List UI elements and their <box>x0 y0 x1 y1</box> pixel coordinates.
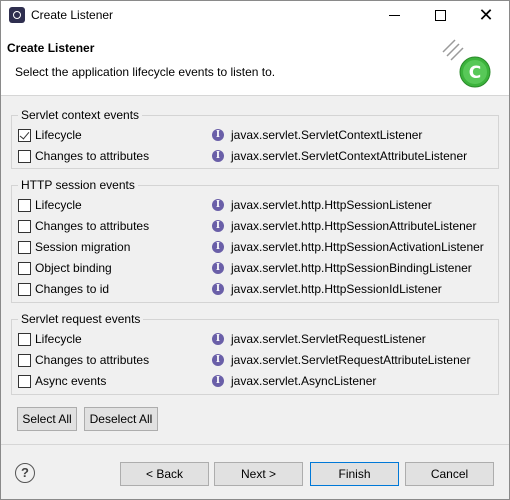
wizard-listener-logo-icon: C <box>442 39 491 88</box>
row-label: Lifecycle <box>35 332 82 346</box>
row-label: Async events <box>35 374 107 388</box>
row-label: Object binding <box>35 261 112 275</box>
group-http-session: HTTP session events Lifecycle I javax.se… <box>11 178 499 303</box>
checkbox[interactable] <box>18 354 31 367</box>
minimize-button[interactable] <box>371 1 417 30</box>
list-item[interactable]: Lifecycle I javax.servlet.ServletRequest… <box>12 329 498 350</box>
interface-icon: I <box>212 262 224 274</box>
checkbox[interactable] <box>18 199 31 212</box>
next-button[interactable]: Next > <box>214 462 303 486</box>
maximize-button[interactable] <box>417 1 463 30</box>
list-item[interactable]: Session migration I javax.servlet.http.H… <box>12 237 498 258</box>
interface-icon: I <box>212 333 224 345</box>
select-all-button[interactable]: Select All <box>17 407 77 431</box>
checkbox[interactable] <box>18 129 31 142</box>
interface-name: javax.servlet.http.HttpSessionBindingLis… <box>231 261 472 275</box>
list-item[interactable]: Changes to attributes I javax.servlet.Se… <box>12 350 498 371</box>
back-button[interactable]: < Back <box>120 462 209 486</box>
page-description: Select the application lifecycle events … <box>15 65 276 79</box>
interface-name: javax.servlet.http.HttpSessionAttributeL… <box>231 219 477 233</box>
wizard-header: Create Listener Select the application l… <box>1 30 509 96</box>
interface-icon: I <box>212 220 224 232</box>
interface-name: javax.servlet.http.HttpSessionActivation… <box>231 240 484 254</box>
interface-name: javax.servlet.http.HttpSessionListener <box>231 198 432 212</box>
list-item[interactable]: Lifecycle I javax.servlet.http.HttpSessi… <box>12 195 498 216</box>
cancel-button[interactable]: Cancel <box>405 462 494 486</box>
interface-name: javax.servlet.http.HttpSessionIdListener <box>231 282 442 296</box>
checkbox[interactable] <box>18 375 31 388</box>
interface-icon: I <box>212 199 224 211</box>
close-icon: ✕ <box>478 4 494 26</box>
list-item[interactable]: Changes to attributes I javax.servlet.Se… <box>12 146 498 167</box>
group-servlet-request: Servlet request events Lifecycle I javax… <box>11 312 499 395</box>
row-label: Lifecycle <box>35 128 82 142</box>
checkbox[interactable] <box>18 262 31 275</box>
title-bar: Create Listener ✕ <box>1 1 509 30</box>
checkbox[interactable] <box>18 150 31 163</box>
list-item[interactable]: Changes to id I javax.servlet.http.HttpS… <box>12 279 498 300</box>
interface-icon: I <box>212 129 224 141</box>
row-label: Changes to id <box>35 282 110 296</box>
checkbox[interactable] <box>18 333 31 346</box>
interface-icon: I <box>212 241 224 253</box>
group-legend: HTTP session events <box>18 178 138 192</box>
list-item[interactable]: Changes to attributes I javax.servlet.ht… <box>12 216 498 237</box>
content-area: Servlet context events Lifecycle I javax… <box>1 97 509 443</box>
interface-name: javax.servlet.ServletRequestListener <box>231 332 426 346</box>
checkbox[interactable] <box>18 241 31 254</box>
interface-icon: I <box>212 375 224 387</box>
interface-icon: I <box>212 150 224 162</box>
interface-name: javax.servlet.AsyncListener <box>231 374 377 388</box>
footer-separator <box>1 444 509 445</box>
row-label: Changes to attributes <box>35 149 150 163</box>
maximize-icon <box>434 10 446 21</box>
page-title: Create Listener <box>7 41 95 55</box>
create-listener-dialog: Create Listener ✕ Create Listener Select… <box>0 0 510 500</box>
row-label: Changes to attributes <box>35 353 150 367</box>
group-legend: Servlet context events <box>18 108 143 122</box>
checkbox[interactable] <box>18 283 31 296</box>
close-button[interactable]: ✕ <box>463 1 509 30</box>
help-icon[interactable]: ? <box>15 463 35 483</box>
list-item[interactable]: Object binding I javax.servlet.http.Http… <box>12 258 498 279</box>
finish-button[interactable]: Finish <box>310 462 399 486</box>
deselect-all-button[interactable]: Deselect All <box>84 407 158 431</box>
interface-name: javax.servlet.ServletRequestAttributeLis… <box>231 353 471 367</box>
interface-name: javax.servlet.ServletContextAttributeLis… <box>231 149 468 163</box>
svg-text:C: C <box>469 63 481 83</box>
group-servlet-context: Servlet context events Lifecycle I javax… <box>11 108 499 169</box>
eclipse-app-icon <box>9 7 25 23</box>
interface-name: javax.servlet.ServletContextListener <box>231 128 423 142</box>
list-item[interactable]: Lifecycle I javax.servlet.ServletContext… <box>12 125 498 146</box>
minimize-icon <box>388 15 400 16</box>
group-legend: Servlet request events <box>18 312 144 326</box>
row-label: Changes to attributes <box>35 219 150 233</box>
window-title: Create Listener <box>31 8 114 22</box>
interface-icon: I <box>212 283 224 295</box>
row-label: Session migration <box>35 240 131 254</box>
list-item[interactable]: Async events I javax.servlet.AsyncListen… <box>12 371 498 392</box>
checkbox[interactable] <box>18 220 31 233</box>
interface-icon: I <box>212 354 224 366</box>
row-label: Lifecycle <box>35 198 82 212</box>
